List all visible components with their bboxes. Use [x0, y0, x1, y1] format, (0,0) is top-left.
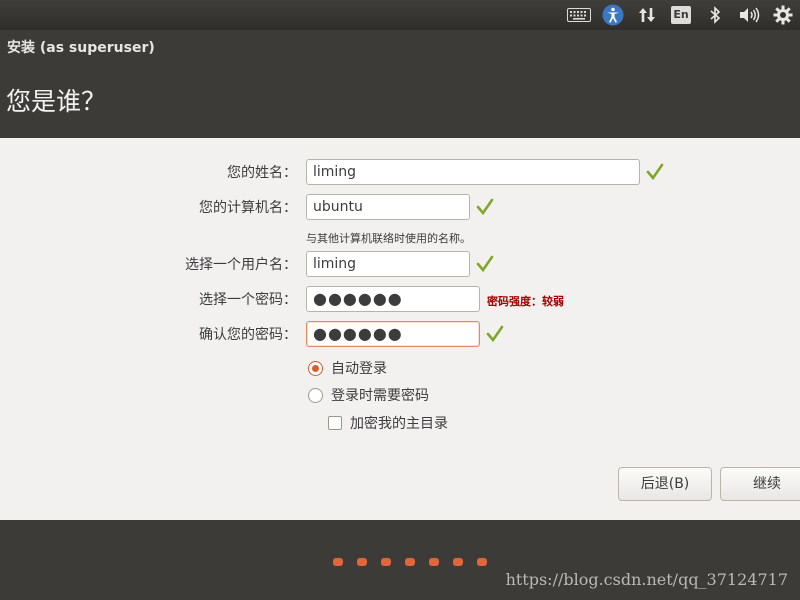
password-input[interactable]: ●●●●●●	[306, 286, 480, 312]
computer-name-input[interactable]: ubuntu	[306, 194, 470, 220]
top-panel: En	[0, 0, 800, 30]
password-row: 选择一个密码： ●●●●●● 密码强度：较弱	[0, 286, 800, 314]
keyboard-icon[interactable]	[562, 0, 596, 30]
system-tray: En	[562, 0, 800, 30]
username-row: 选择一个用户名： liming	[0, 251, 800, 279]
computer-label: 您的计算机名：	[199, 200, 297, 216]
confirm-row: 确认您的密码： ●●●●●●	[0, 321, 800, 349]
confirm-password-input[interactable]: ●●●●●●	[306, 321, 480, 347]
progress-dots	[333, 558, 501, 566]
confirm-label: 确认您的密码：	[199, 327, 297, 343]
keyboard-layout-icon[interactable]: En	[664, 0, 698, 30]
login-auto-radio[interactable]	[308, 360, 323, 376]
computer-name-hint: 与其他计算机联络时使用的名称。	[306, 232, 471, 245]
password-strength: 密码强度：较弱	[487, 295, 564, 308]
volume-icon[interactable]	[732, 0, 766, 30]
settings-gear-icon[interactable]	[766, 0, 800, 30]
progress-dot	[429, 558, 439, 566]
page-title: 您是谁？	[6, 87, 107, 116]
back-button[interactable]: 后退(B)	[618, 467, 712, 501]
user-setup-form: 您的姓名： liming 您的计算机名： ubuntu 与其他计算机联络时使用的…	[0, 138, 800, 520]
name-row: 您的姓名： liming	[0, 159, 800, 187]
username-valid-check-icon	[476, 255, 494, 273]
progress-dot	[453, 558, 463, 566]
progress-dot	[405, 558, 415, 566]
login-auto-label: 自动登录	[331, 361, 387, 377]
name-valid-check-icon	[646, 163, 664, 181]
watermark: https://blog.csdn.net/qq_37124717	[505, 570, 788, 589]
login-password-radio[interactable]	[308, 387, 323, 403]
login-password-label: 登录时需要密码	[331, 388, 429, 404]
accessibility-icon[interactable]	[596, 0, 630, 30]
installer-footer: https://blog.csdn.net/qq_37124717	[0, 520, 800, 600]
continue-button[interactable]: 继续	[720, 467, 800, 501]
network-transfer-icon[interactable]	[630, 0, 664, 30]
encrypt-home-label: 加密我的主目录	[350, 416, 448, 432]
name-label: 您的姓名：	[227, 165, 297, 181]
password-label: 选择一个密码：	[199, 292, 297, 308]
window-title: 安装 (as superuser)	[7, 40, 155, 56]
encrypt-home-option[interactable]: 加密我的主目录	[328, 412, 448, 434]
login-password-option[interactable]: 登录时需要密码	[308, 384, 429, 406]
progress-dot	[333, 558, 343, 566]
username-input[interactable]: liming	[306, 251, 470, 277]
installer-header: 安装 (as superuser) 您是谁？	[0, 30, 800, 138]
progress-dot	[357, 558, 367, 566]
encrypt-home-checkbox[interactable]	[328, 416, 342, 430]
computer-row: 您的计算机名： ubuntu	[0, 194, 800, 222]
progress-dot	[477, 558, 487, 566]
login-auto-option[interactable]: 自动登录	[308, 357, 387, 379]
bluetooth-icon[interactable]	[698, 0, 732, 30]
progress-dot	[381, 558, 391, 566]
username-label: 选择一个用户名：	[185, 257, 297, 273]
name-input[interactable]: liming	[306, 159, 640, 185]
computer-valid-check-icon	[476, 198, 494, 216]
keyboard-layout-label: En	[671, 6, 691, 24]
confirm-valid-check-icon	[486, 325, 504, 343]
